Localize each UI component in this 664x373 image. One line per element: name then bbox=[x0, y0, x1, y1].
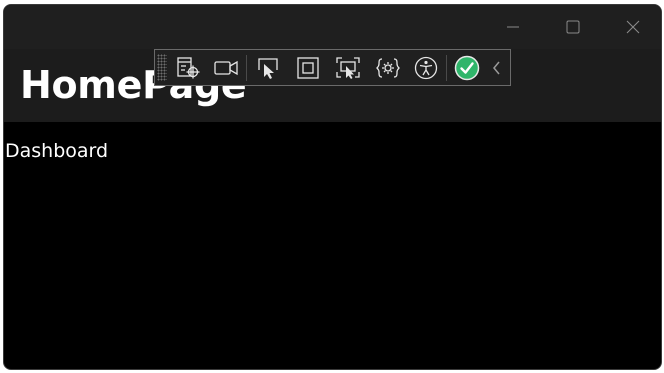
display-layout-adorners-button[interactable] bbox=[293, 53, 323, 83]
title-bar[interactable] bbox=[4, 5, 661, 49]
track-focused-element-button[interactable] bbox=[333, 53, 363, 83]
hot-reload-status-icon bbox=[454, 55, 480, 81]
select-element-button[interactable] bbox=[253, 53, 283, 83]
record-button[interactable] bbox=[211, 53, 241, 83]
collapse-toolbar-button[interactable] bbox=[486, 53, 508, 83]
video-camera-icon bbox=[213, 58, 239, 78]
close-button[interactable] bbox=[610, 5, 656, 49]
accessibility-checker-button[interactable] bbox=[411, 53, 441, 83]
track-focused-element-icon bbox=[335, 56, 361, 80]
binding-failures-icon bbox=[375, 56, 401, 80]
display-layout-adorners-icon bbox=[296, 56, 320, 80]
binding-failures-button[interactable] bbox=[373, 53, 403, 83]
select-element-icon bbox=[255, 56, 281, 80]
hot-reload-status-button[interactable] bbox=[452, 53, 482, 83]
minimize-icon bbox=[506, 20, 520, 34]
maximize-button[interactable] bbox=[550, 5, 596, 49]
minimize-button[interactable] bbox=[490, 5, 536, 49]
dashboard-label: Dashboard bbox=[5, 140, 109, 162]
maximize-icon bbox=[566, 20, 580, 34]
live-visual-tree-button[interactable] bbox=[174, 53, 204, 83]
xaml-debug-toolbar bbox=[154, 49, 511, 86]
live-visual-tree-icon bbox=[176, 56, 202, 80]
collapse-chevron-icon bbox=[491, 60, 503, 76]
close-icon bbox=[626, 20, 640, 34]
drag-grip-icon[interactable] bbox=[157, 54, 167, 81]
toolbar-separator bbox=[246, 55, 247, 81]
accessibility-icon bbox=[414, 56, 438, 80]
toolbar-separator bbox=[446, 55, 447, 81]
